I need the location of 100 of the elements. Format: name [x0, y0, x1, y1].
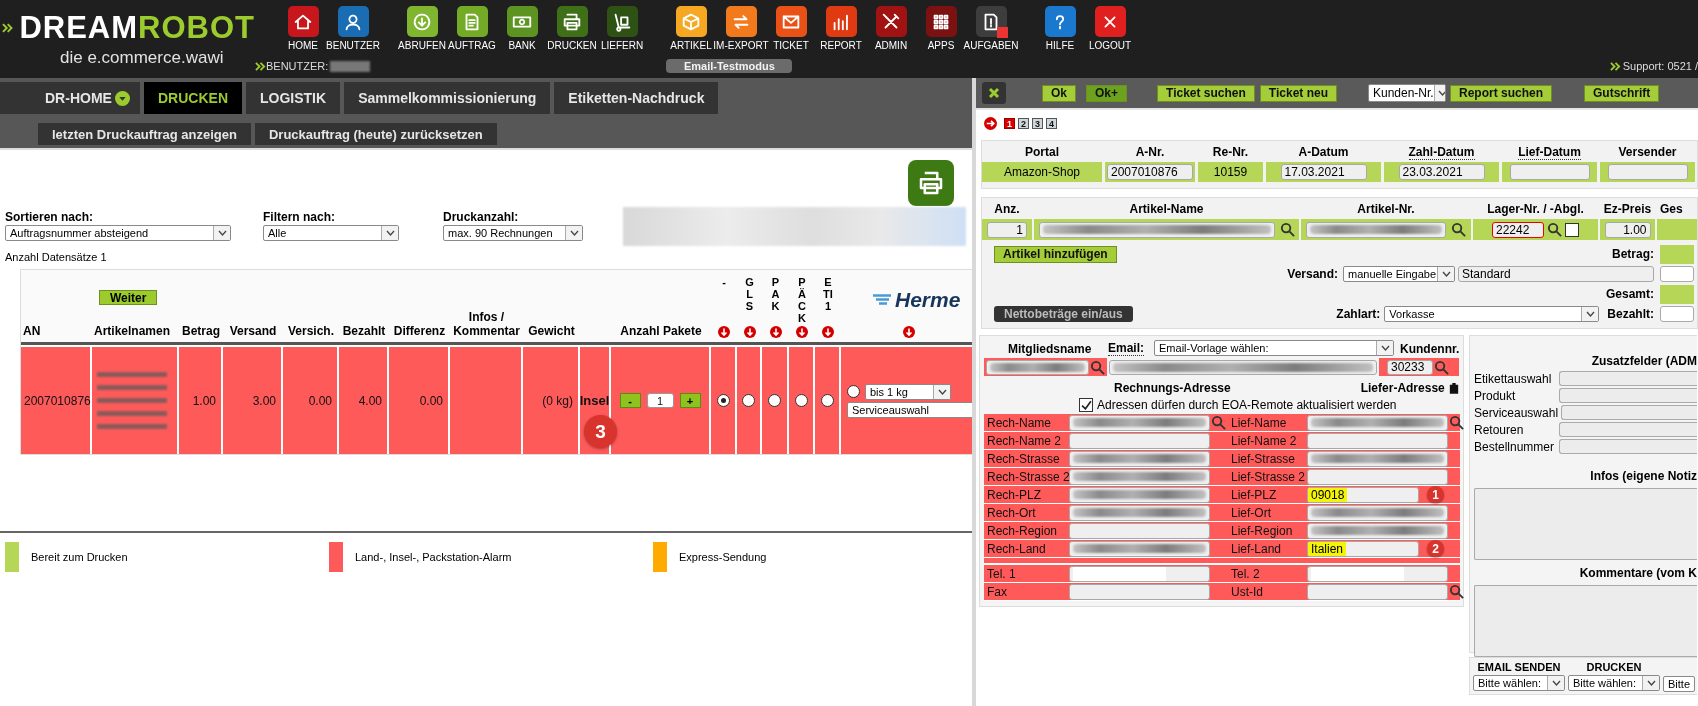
dropdown[interactable]: Bitte wählen: — [1473, 675, 1565, 691]
menu-button[interactable]: DRUCKEN — [547, 6, 597, 51]
input-field[interactable]: 17.03.2021 — [1280, 164, 1367, 180]
quantity-field[interactable]: 1 — [646, 393, 674, 408]
input-field[interactable] — [1307, 583, 1448, 600]
subnav-tab[interactable]: letzten Druckauftrag anzeigen — [38, 123, 251, 145]
dropdown[interactable]: bis 1 kg — [865, 383, 951, 400]
radio-button[interactable] — [742, 394, 755, 407]
toolbar-button[interactable]: Ok+ — [1086, 84, 1128, 102]
search-icon[interactable] — [1547, 222, 1562, 237]
dropdown[interactable]: Serviceauswahl — [847, 401, 972, 418]
input-field[interactable] — [1660, 306, 1694, 322]
radio-button[interactable] — [768, 394, 781, 407]
input-field[interactable]: 2007010876 — [1107, 164, 1193, 180]
input-field[interactable] — [1509, 164, 1590, 180]
input-field[interactable] — [1660, 266, 1694, 282]
down-arrow-icon[interactable] — [902, 326, 915, 338]
input-field[interactable] — [1069, 540, 1210, 557]
input-field[interactable]: 1.00 — [1604, 221, 1651, 238]
menu-button[interactable]: LIEFERN — [597, 6, 647, 51]
input-field[interactable] — [1559, 439, 1697, 454]
search-icon[interactable] — [1449, 584, 1464, 599]
input-field[interactable] — [1561, 405, 1697, 420]
subnav-tab[interactable]: Druckauftrag (heute) zurücksetzen — [254, 123, 497, 145]
toolbar-button[interactable]: Ticket suchen — [1157, 84, 1255, 102]
search-icon[interactable] — [1449, 415, 1464, 430]
input-field[interactable] — [1306, 221, 1446, 238]
input-field[interactable] — [1559, 388, 1697, 403]
menu-button[interactable]: LOGOUT — [1085, 6, 1135, 51]
input-field[interactable]: 09018 — [1307, 486, 1419, 503]
page-button[interactable]: 3 — [1032, 118, 1043, 129]
menu-button[interactable]: REPORT — [816, 6, 866, 51]
down-arrow-icon[interactable] — [743, 326, 756, 338]
menu-button[interactable]: HILFE — [1035, 6, 1085, 51]
dropdown[interactable]: Bitte — [1663, 676, 1695, 692]
input-field[interactable] — [1109, 359, 1377, 375]
toolbar-button[interactable]: Report suchen — [1450, 84, 1552, 102]
input-field[interactable] — [1069, 450, 1210, 467]
decrement-button[interactable]: - — [619, 393, 641, 408]
down-arrow-icon[interactable] — [822, 326, 834, 338]
down-arrow-icon[interactable] — [796, 326, 808, 338]
page-button[interactable]: 1 — [1004, 118, 1015, 129]
input-field[interactable]: Standard — [1458, 266, 1654, 282]
input-field[interactable]: 22242 — [1492, 221, 1544, 238]
dropdown[interactable]: Vorkasse — [1384, 306, 1600, 322]
menu-button[interactable]: BENUTZER — [328, 6, 378, 51]
radio-button[interactable] — [716, 394, 730, 407]
nav-tab[interactable]: Etiketten-Nachdruck — [554, 82, 719, 114]
input-field[interactable] — [1069, 414, 1210, 431]
menu-button[interactable]: BANK — [497, 6, 547, 51]
input-field[interactable] — [1307, 450, 1448, 467]
input-field[interactable]: Italien — [1307, 540, 1419, 557]
input-field[interactable] — [1069, 486, 1210, 503]
input-field[interactable] — [1069, 565, 1210, 582]
input-field[interactable] — [986, 359, 1089, 375]
dropdown[interactable]: Alle — [263, 225, 399, 241]
down-arrow-icon[interactable] — [718, 326, 730, 338]
input-field[interactable]: 30233 — [1387, 359, 1433, 375]
close-button[interactable] — [982, 82, 1006, 104]
input-field[interactable] — [1559, 371, 1697, 386]
print-button[interactable] — [908, 160, 954, 206]
net-toggle-button[interactable]: Nettobeträge ein/aus — [994, 306, 1133, 322]
input-field[interactable] — [1069, 468, 1210, 485]
radio-button[interactable] — [847, 385, 860, 398]
dropdown[interactable]: manuelle Eingabe — [1343, 266, 1455, 282]
input-field[interactable] — [1307, 565, 1448, 582]
nav-tab[interactable]: LOGISTIK — [246, 82, 341, 114]
dropdown[interactable]: Bitte wählen: — [1568, 675, 1660, 691]
toolbar-button[interactable]: Ticket neu — [1259, 84, 1337, 102]
input-field[interactable]: 23.03.2021 — [1398, 164, 1485, 180]
comments-box[interactable] — [1474, 585, 1697, 657]
toolbar-button[interactable]: Gutschrift — [1584, 84, 1660, 102]
clipboard-icon[interactable] — [1448, 382, 1459, 394]
add-article-button[interactable]: Artikel hinzufügen — [994, 245, 1117, 263]
input-field[interactable] — [1307, 432, 1448, 449]
input-field[interactable] — [1607, 164, 1688, 180]
checkbox[interactable] — [1079, 398, 1093, 412]
arrow-right-icon[interactable] — [984, 117, 997, 130]
page-button[interactable]: 2 — [1018, 118, 1029, 129]
dropdown-icon[interactable] — [115, 90, 130, 106]
input-field[interactable]: 1 — [987, 221, 1027, 238]
down-arrow-icon[interactable] — [769, 326, 782, 338]
radio-button[interactable] — [794, 394, 808, 407]
menu-button[interactable]: ARTIKEL — [666, 6, 716, 51]
dropdown[interactable]: Kunden-Nr. — [1368, 84, 1446, 102]
input-field[interactable] — [1038, 221, 1275, 238]
input-field[interactable] — [1307, 414, 1448, 431]
menu-button[interactable]: ADMIN — [866, 6, 916, 51]
dropdown[interactable]: max. 90 Rechnungen — [443, 225, 583, 241]
input-field[interactable] — [1307, 522, 1448, 539]
menu-button[interactable]: TICKET — [766, 6, 816, 51]
nav-tab[interactable]: DR-HOME — [0, 82, 140, 114]
search-icon[interactable] — [1279, 222, 1295, 237]
input-field[interactable] — [1069, 522, 1210, 539]
menu-button[interactable]: AUFTRAG — [447, 6, 497, 51]
toolbar-button[interactable]: Ok — [1042, 84, 1076, 102]
radio-button[interactable] — [820, 394, 834, 407]
page-button[interactable]: 4 — [1046, 118, 1057, 129]
input-field[interactable] — [1069, 432, 1210, 449]
search-icon[interactable] — [1451, 222, 1466, 237]
